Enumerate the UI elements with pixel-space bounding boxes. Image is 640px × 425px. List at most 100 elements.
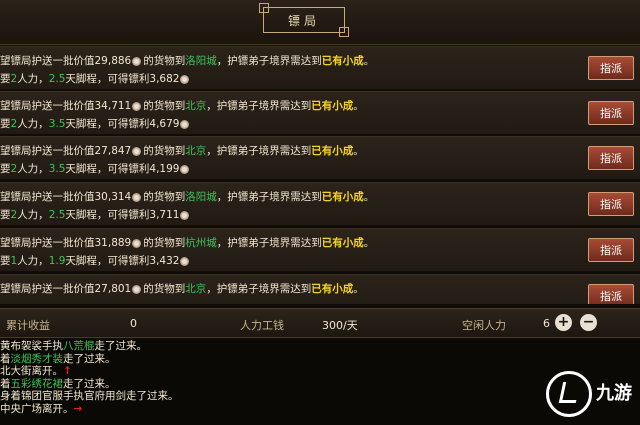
order-text: 。 xyxy=(363,55,375,67)
order-text: 的货物到 xyxy=(143,191,186,203)
required-rank: 已有小成 xyxy=(311,283,354,295)
log-item: 八荒棍 xyxy=(63,340,95,352)
coin-icon xyxy=(180,74,190,84)
assign-button[interactable]: 指派 xyxy=(588,192,634,216)
assign-button[interactable]: 指派 xyxy=(588,238,634,262)
status-bar: 累计收益 0 人力工钱 300/天 空闲人力 6 + − xyxy=(0,308,640,338)
travel-days: 1.9 xyxy=(48,255,66,267)
required-rank: 已有小成 xyxy=(321,55,364,67)
plus-icon[interactable]: + xyxy=(555,314,572,331)
log-item: 淡烟秀才装 xyxy=(10,352,64,365)
order-text: 的货物到 xyxy=(143,145,186,157)
order-text: ，护镖弟子境界需达到 xyxy=(216,55,322,67)
order-line-1: 望镖局护送一批价值30,314 的货物到洛阳城，护镖弟子境界需达到已有小成。 xyxy=(0,191,374,203)
log-line: 北大街离开。↑ xyxy=(0,365,640,378)
log-line: 中央广场离开。→ xyxy=(0,403,640,416)
destination-city: 北京 xyxy=(185,145,207,157)
order-text: 要 xyxy=(0,255,11,267)
income-value: 0 xyxy=(130,317,137,330)
order-text: 人力， xyxy=(17,255,49,267)
order-value: 29,886 xyxy=(94,55,132,67)
order-text: 。 xyxy=(363,191,375,203)
order-text: ，护镖弟子境界需达到 xyxy=(216,237,322,249)
order-row: 望镖局护送一批价值31,889 的货物到杭州城，护镖弟子境界需达到已有小成。 要1… xyxy=(0,228,640,272)
order-text: 。 xyxy=(363,237,375,249)
profit-value: 4,199 xyxy=(149,163,180,175)
profit-value: 4,679 xyxy=(149,118,180,130)
order-row: 望镖局护送一批价值30,314 的货物到洛阳城，护镖弟子境界需达到已有小成。 要2… xyxy=(0,182,640,226)
order-text: 的货物到 xyxy=(143,237,186,249)
order-text: 望镖局护送一批价值 xyxy=(0,55,95,67)
assign-button[interactable]: 指派 xyxy=(588,146,634,170)
profit-value: 3,432 xyxy=(149,255,180,267)
log-text: 走了过来。 xyxy=(63,377,116,390)
income-label: 累计收益 xyxy=(6,319,50,332)
order-text: 要 xyxy=(0,163,11,175)
order-row: 望镖局护送一批价值34,711 的货物到北京，护镖弟子境界需达到已有小成。 要2人… xyxy=(0,91,640,135)
idle-label: 空闲人力 xyxy=(462,319,506,332)
assign-button[interactable]: 指派 xyxy=(588,101,634,125)
log-line: 身着锦团官服手执官府用剑走了过来。 xyxy=(0,390,640,403)
coin-icon xyxy=(180,119,190,129)
log-text: 身着锦团官服手执官府用剑走了过来。 xyxy=(0,390,179,402)
order-text: 人力， xyxy=(17,209,49,221)
log-text: 北大街离开。 xyxy=(0,365,63,377)
idle-value: 6 xyxy=(543,317,550,330)
log-text: 黄布袈裟手执 xyxy=(0,340,63,352)
log-line: 黄布袈裟手执八荒棍走了过来。 xyxy=(0,340,640,353)
order-value: 27,847 xyxy=(94,145,132,157)
order-line-2: 要2人力，2.5天脚程，可得镖利3,682 xyxy=(0,73,191,85)
destination-city: 洛阳城 xyxy=(185,55,217,67)
order-text: 望镖局护送一批价值 xyxy=(0,100,95,112)
wage-value: 300/天 xyxy=(322,319,358,332)
log-text: 着 xyxy=(0,377,11,390)
order-row: 望镖局护送一批价值27,847 的货物到北京，护镖弟子境界需达到已有小成。 要2人… xyxy=(0,136,640,180)
log-text: 着 xyxy=(0,352,11,365)
order-text: ，护镖弟子境界需达到 xyxy=(216,191,322,203)
page-title: 镖局 xyxy=(259,3,349,37)
event-log: 黄布袈裟手执八荒棍走了过来。 着淡烟秀才装走了过来。 北大街离开。↑ 着五彩绣花… xyxy=(0,340,640,425)
order-text: 人力， xyxy=(17,163,49,175)
order-text: 要 xyxy=(0,118,11,130)
assign-button[interactable]: 指派 xyxy=(588,56,634,80)
order-text: ，护镖弟子境界需达到 xyxy=(206,100,312,112)
arrow-right-icon: → xyxy=(73,402,83,415)
order-text: ，护镖弟子境界需达到 xyxy=(206,145,312,157)
order-text: 望镖局护送一批价值 xyxy=(0,145,95,157)
coin-icon xyxy=(180,164,190,174)
log-line: 着五彩绣花裙走了过来。 xyxy=(0,378,640,391)
coin-icon xyxy=(132,101,142,111)
travel-days: 3.5 xyxy=(48,163,66,175)
order-line-1: 望镖局护送一批价值27,847 的货物到北京，护镖弟子境界需达到已有小成。 xyxy=(0,145,364,157)
travel-days: 2.5 xyxy=(48,73,66,85)
minus-icon[interactable]: − xyxy=(580,314,597,331)
order-value: 30,314 xyxy=(94,191,132,203)
log-line: 着淡烟秀才装走了过来。 xyxy=(0,353,640,366)
coin-icon xyxy=(132,238,142,248)
assign-button[interactable]: 指派 xyxy=(588,284,634,304)
watermark-text: 九游 xyxy=(596,382,632,404)
order-text: 要 xyxy=(0,73,11,85)
destination-city: 杭州城 xyxy=(185,237,217,249)
escort-order-list[interactable]: 望镖局护送一批价值29,886 的货物到洛阳城，护镖弟子境界需达到已有小成。 要2… xyxy=(0,46,640,304)
profit-value: 3,682 xyxy=(149,73,180,85)
arrow-up-icon: ↑ xyxy=(63,365,72,377)
order-value: 27,801 xyxy=(94,283,132,295)
order-line-2: 要1人力，1.9天脚程，可得镖利3,432 xyxy=(0,255,191,267)
order-text: 要 xyxy=(0,209,11,221)
order-line-1: 望镖局护送一批价值27,801 的货物到北京，护镖弟子境界需达到已有小成。 xyxy=(0,283,364,295)
logo-icon xyxy=(546,371,592,417)
order-row: 望镖局护送一批价值29,886 的货物到洛阳城，护镖弟子境界需达到已有小成。 要2… xyxy=(0,46,640,90)
travel-days: 3.5 xyxy=(48,118,66,130)
order-value: 34,711 xyxy=(94,100,132,112)
log-item: 五彩绣花裙 xyxy=(10,377,64,390)
order-value: 31,889 xyxy=(94,237,132,249)
required-rank: 已有小成 xyxy=(321,237,364,249)
order-text: 天脚程，可得镖利 xyxy=(65,255,150,267)
order-text: 人力， xyxy=(17,118,49,130)
order-text: 的货物到 xyxy=(143,100,186,112)
required-rank: 已有小成 xyxy=(311,145,354,157)
coin-icon xyxy=(132,146,142,156)
order-text: 天脚程，可得镖利 xyxy=(65,163,150,175)
log-text: 中央广场离开。 xyxy=(0,402,74,415)
